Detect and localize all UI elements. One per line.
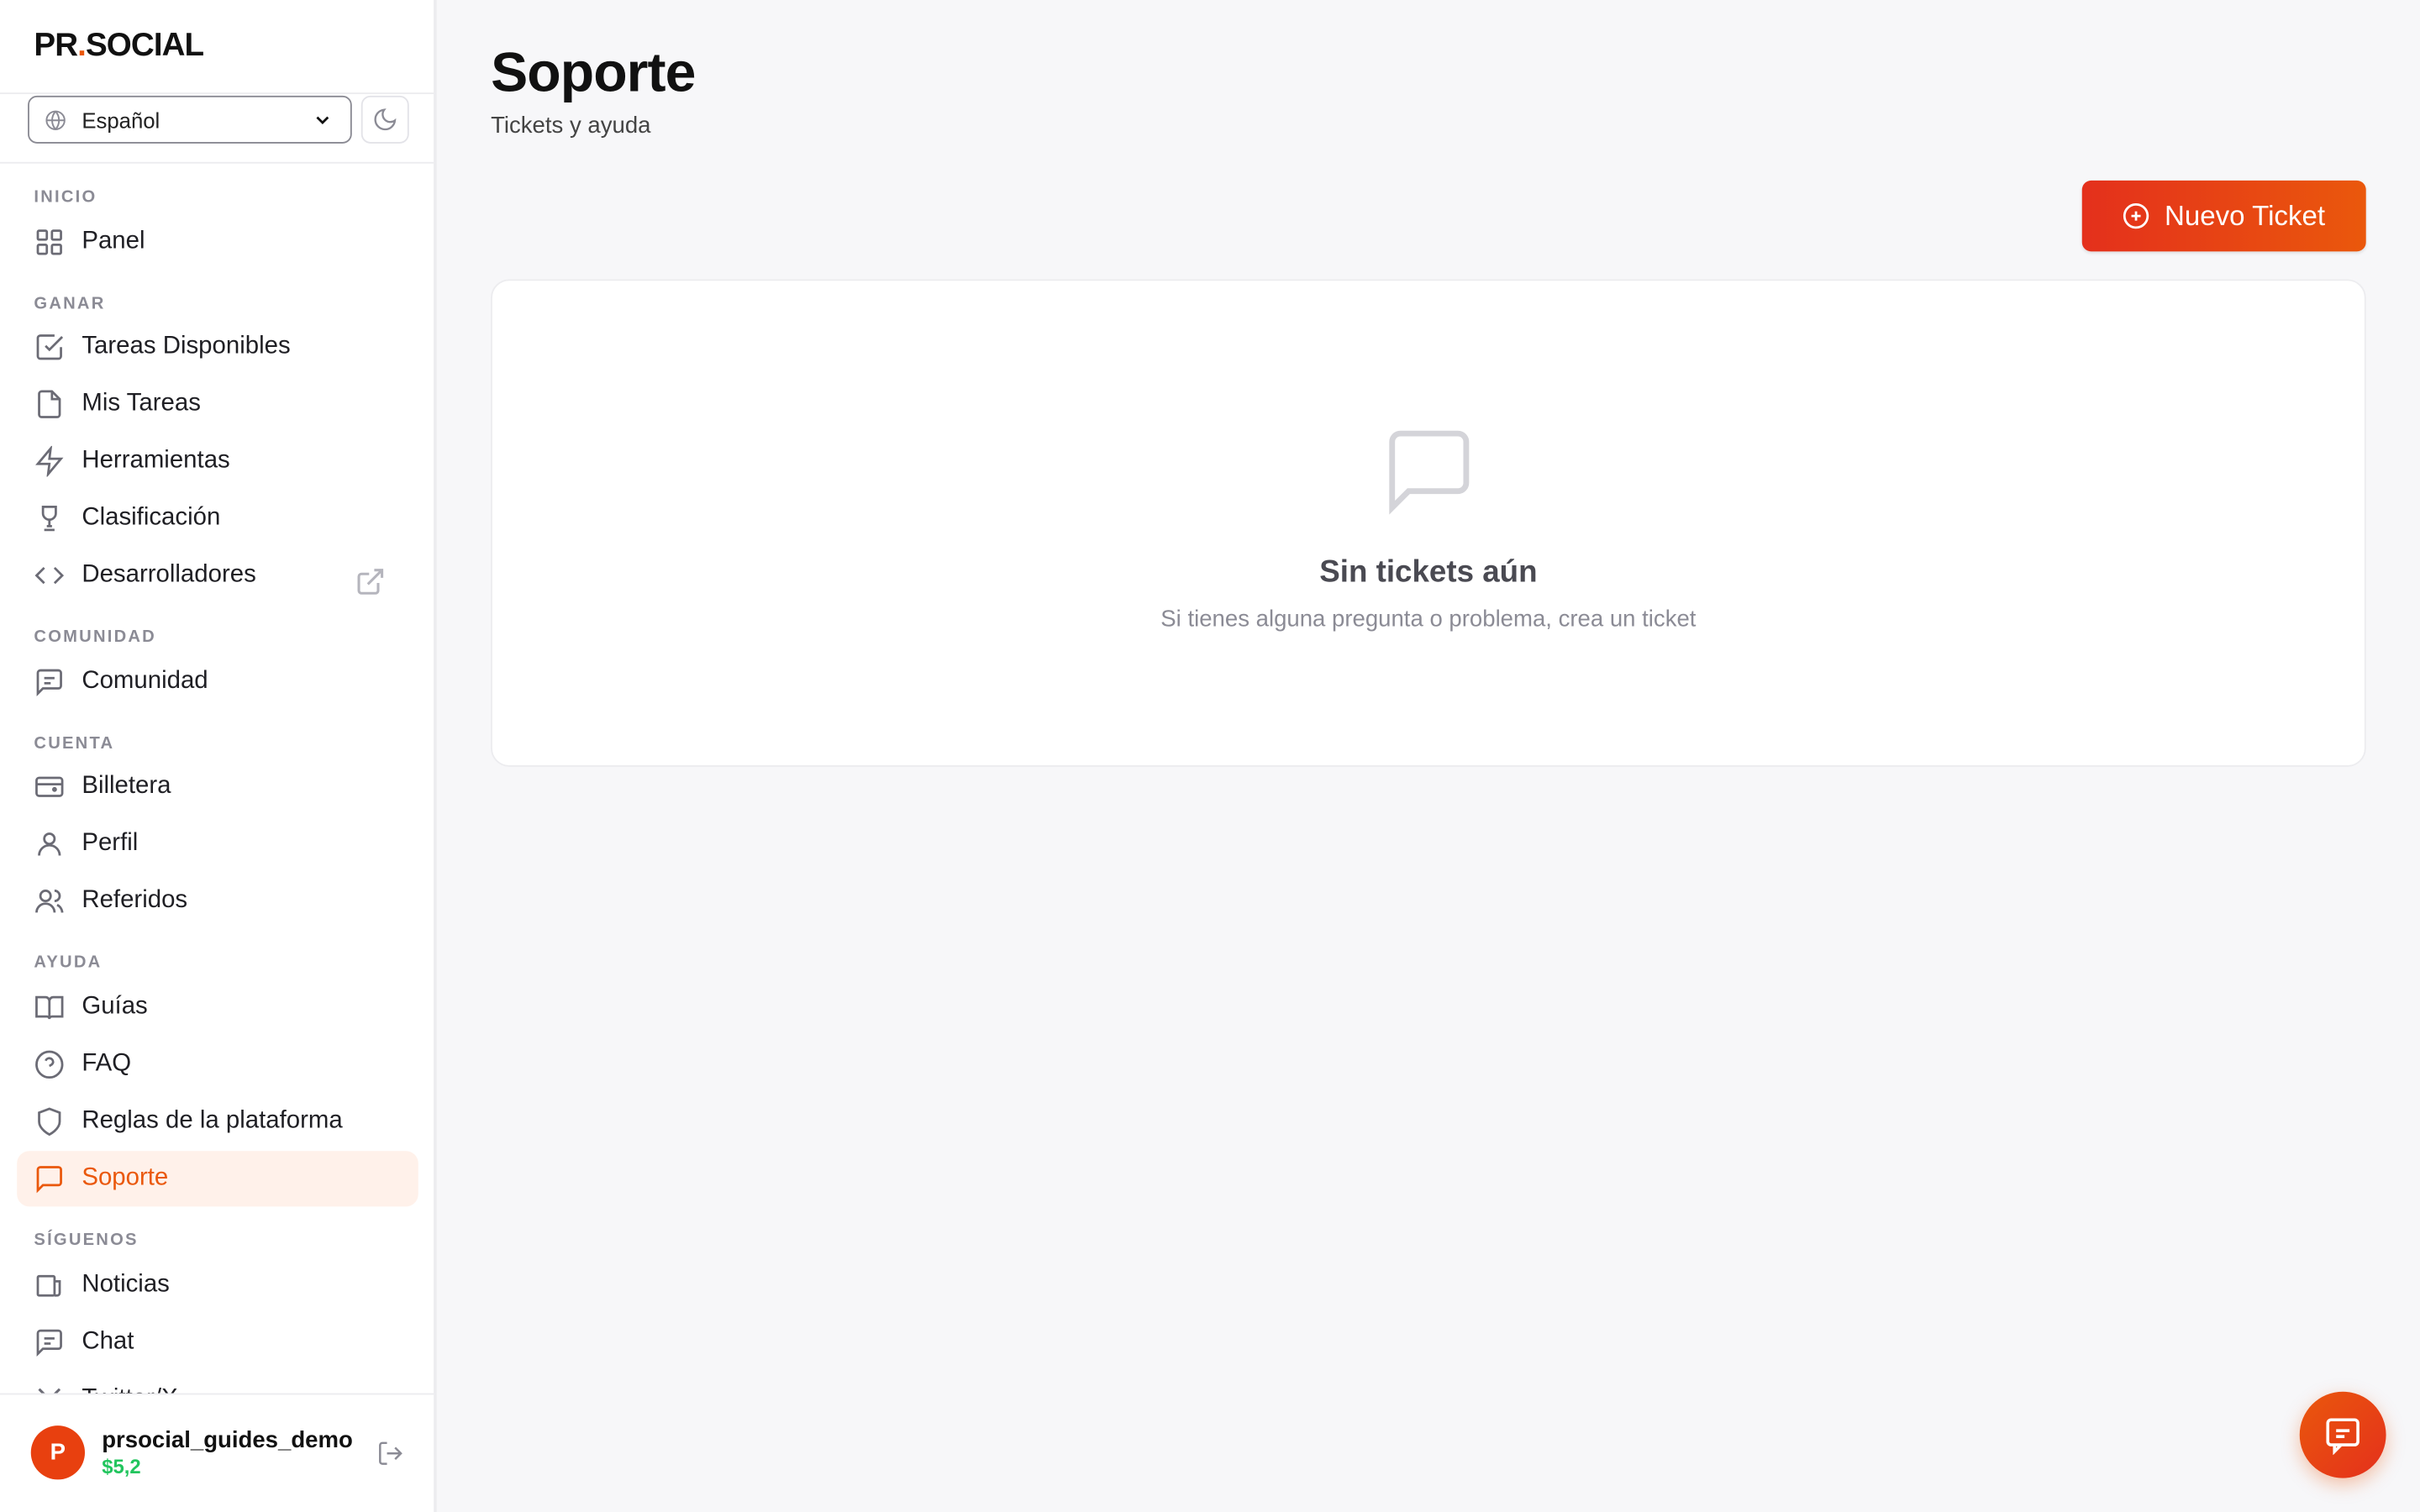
sidebar-item-referidos[interactable]: Referidos [17, 874, 418, 929]
theme-toggle-button[interactable] [360, 95, 409, 144]
logo-dot: . [77, 28, 87, 64]
message-square-text-icon [36, 669, 62, 696]
trophy-icon [41, 505, 57, 532]
sidebar-item-label: Reglas de la plataforma [82, 1107, 343, 1134]
section-label-inicio: INICIO [34, 188, 97, 207]
logo-text-pr: PR [34, 28, 78, 64]
sidebar-item-label: Chat [82, 1328, 134, 1355]
message-square-icon [36, 1166, 62, 1194]
chat-bubble-icon [2326, 1418, 2360, 1456]
chat-launcher-button[interactable] [2299, 1391, 2386, 1478]
main-content: Soporte Tickets y ayuda Nuevo Ticket Sin… [439, 0, 2420, 1512]
tickets-empty-state: Sin tickets aún Si tienes alguna pregunt… [491, 279, 2366, 767]
section-label-comunidad: COMUNIDAD [34, 627, 156, 647]
chevron-down-icon [316, 116, 329, 124]
sidebar-item-label: Perfil [82, 830, 139, 857]
sidebar-item-desarrolladores[interactable]: Desarrolladores [17, 548, 418, 603]
sidebar-item-label: Tareas Disponibles [82, 333, 291, 360]
sidebar-item-label: Comunidad [82, 668, 208, 695]
empty-state-title: Sin tickets aún [1319, 555, 1538, 590]
language-select[interactable]: Español [28, 95, 352, 144]
sidebar-item-panel[interactable]: Panel [17, 214, 418, 270]
page-subtitle: Tickets y ayuda [491, 113, 651, 139]
help-circle-icon [35, 1050, 64, 1079]
wallet-icon [35, 776, 64, 797]
checkbox-icon [36, 334, 64, 360]
newspaper-icon [36, 1274, 61, 1297]
sidebar-item-label: Panel [82, 228, 145, 255]
new-ticket-button[interactable]: Nuevo Ticket [2081, 180, 2366, 252]
sidebar-item-mis-tareas[interactable]: Mis Tareas [17, 376, 418, 432]
sidebar-item-label: Herramientas [82, 447, 230, 474]
sidebar-item-soporte[interactable]: Soporte [17, 1151, 418, 1207]
divider [0, 161, 434, 164]
lightning-icon [35, 445, 64, 477]
users-icon [35, 890, 64, 913]
empty-state-subtitle: Si tienes alguna pregunta o problema, cr… [1160, 606, 1697, 633]
user-balance: $5,2 [102, 1455, 141, 1478]
message-square-text-icon [36, 1329, 62, 1357]
sidebar-item-label: Clasificación [82, 504, 221, 531]
moon-icon [374, 108, 397, 131]
sidebar: PR.SOCIAL Español INICIO Panel GANAR Tar… [0, 0, 437, 1512]
sidebar-item-label: FAQ [82, 1050, 132, 1078]
sidebar-item-label: Mis Tareas [82, 390, 201, 417]
sidebar-item-label: Soporte [82, 1164, 169, 1191]
globe-icon [45, 109, 66, 130]
username: prsocial_guides_demo [102, 1426, 353, 1454]
message-square-icon [1389, 430, 1470, 515]
divider [0, 92, 434, 95]
language-selected: Español [82, 107, 160, 133]
sidebar-item-perfil[interactable]: Perfil [17, 816, 418, 872]
plus-circle-icon [2123, 202, 2150, 229]
sidebar-item-label: Referidos [82, 887, 188, 914]
sidebar-item-label: Desarrolladores [82, 561, 256, 588]
user-icon [38, 832, 61, 856]
user-panel: P prsocial_guides_demo $5,2 [0, 1393, 434, 1512]
section-label-ganar: GANAR [34, 294, 106, 313]
code-icon [34, 566, 65, 585]
logo-text-social: SOCIAL [85, 28, 204, 64]
section-label-ayuda: AYUDA [34, 953, 103, 973]
file-icon [38, 390, 61, 418]
sidebar-item-label: Billetera [82, 773, 171, 800]
section-label-cuenta: CUENTA [34, 734, 115, 753]
logout-icon[interactable] [376, 1440, 404, 1467]
sidebar-item-reglas[interactable]: Reglas de la plataforma [17, 1094, 418, 1149]
sidebar-item-guias[interactable]: Guías [17, 979, 418, 1035]
section-label-siguenos: SÍGUENOS [34, 1231, 139, 1250]
sidebar-item-chat[interactable]: Chat [17, 1315, 418, 1370]
sidebar-item-label: Noticias [82, 1271, 170, 1298]
sidebar-item-herramientas[interactable]: Herramientas [17, 433, 418, 489]
sidebar-item-comunidad[interactable]: Comunidad [17, 654, 418, 710]
sidebar-item-faq[interactable]: FAQ [17, 1037, 418, 1092]
shield-icon [38, 1107, 61, 1137]
book-open-icon [35, 995, 64, 1020]
page-title: Soporte [491, 39, 696, 104]
sidebar-item-billetera[interactable]: Billetera [17, 759, 418, 815]
brand-logo[interactable]: PR.SOCIAL [34, 28, 204, 65]
sidebar-item-noticias[interactable]: Noticias [17, 1257, 418, 1313]
new-ticket-label: Nuevo Ticket [2164, 199, 2326, 231]
sidebar-item-label: Guías [82, 993, 148, 1021]
sidebar-item-clasificacion[interactable]: Clasificación [17, 491, 418, 546]
avatar[interactable]: P [30, 1425, 86, 1480]
external-link-icon [357, 569, 384, 595]
grid-icon [36, 229, 62, 255]
sidebar-item-tareas-disponibles[interactable]: Tareas Disponibles [17, 319, 418, 375]
